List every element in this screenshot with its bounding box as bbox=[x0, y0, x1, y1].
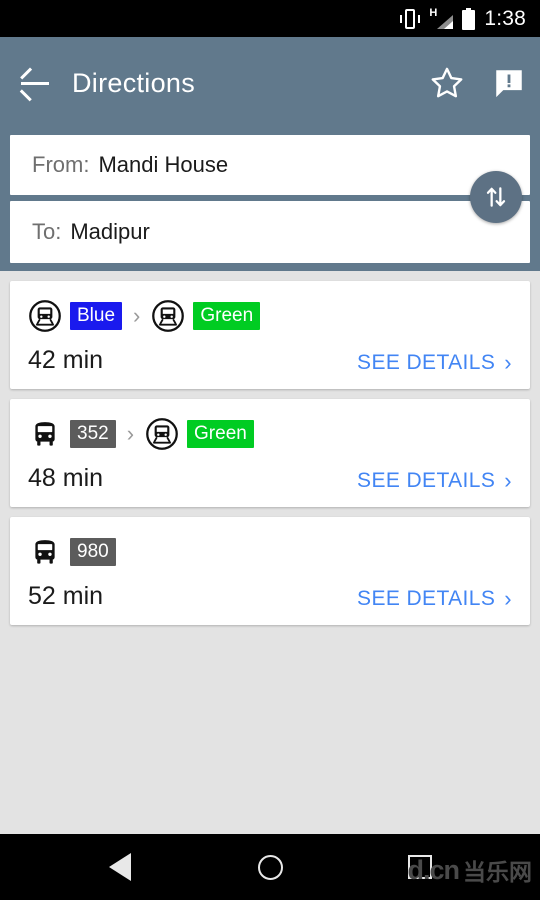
route-leg: Green bbox=[145, 417, 254, 451]
leg-separator-icon: › bbox=[126, 421, 135, 446]
nav-recents-icon bbox=[408, 855, 432, 879]
route-legs: Blue › Green bbox=[28, 299, 512, 333]
see-details-label: SEE DETAILS bbox=[357, 469, 496, 492]
see-details-label: SEE DETAILS bbox=[357, 587, 496, 610]
route-card[interactable]: 980 52 min SEE DETAILS › bbox=[10, 517, 530, 625]
route-duration: 52 min bbox=[28, 582, 104, 610]
route-leg: 980 bbox=[28, 535, 116, 569]
origin-value: Mandi House bbox=[98, 152, 229, 177]
swap-endpoints-button[interactable] bbox=[470, 171, 522, 223]
report-issue-button[interactable] bbox=[478, 37, 540, 129]
line-badge: 352 bbox=[70, 420, 116, 448]
report-issue-icon bbox=[496, 70, 522, 98]
route-leg: 352 bbox=[28, 417, 116, 451]
origin-label: From: bbox=[32, 152, 90, 177]
chevron-right-icon: › bbox=[504, 586, 512, 611]
status-bar-clock: 1:38 bbox=[484, 6, 526, 30]
page-title: Directions bbox=[72, 67, 196, 98]
chevron-right-icon: › bbox=[504, 468, 512, 493]
route-card-footer: 52 min SEE DETAILS › bbox=[28, 582, 512, 611]
see-details-button[interactable]: SEE DETAILS › bbox=[357, 351, 512, 375]
destination-value: Madipur bbox=[70, 219, 150, 244]
see-details-button[interactable]: SEE DETAILS › bbox=[357, 469, 512, 493]
leg-separator-icon: › bbox=[133, 303, 141, 328]
bus-icon bbox=[35, 422, 55, 446]
chevron-right-icon: › bbox=[504, 350, 512, 375]
nav-back-icon bbox=[109, 853, 131, 881]
nav-recents-button[interactable] bbox=[360, 834, 480, 900]
network-type-label: H bbox=[429, 6, 438, 19]
swap-vertical-icon bbox=[486, 187, 506, 207]
metro-icon bbox=[152, 300, 185, 332]
see-details-button[interactable]: SEE DETAILS › bbox=[357, 587, 512, 611]
nav-back-button[interactable] bbox=[60, 834, 180, 900]
metro-icon bbox=[29, 300, 61, 332]
line-badge: 980 bbox=[70, 538, 116, 566]
origin-field[interactable]: From: Mandi House bbox=[10, 135, 530, 195]
bus-icon bbox=[35, 540, 55, 564]
route-card[interactable]: Blue › Green 42 min SEE DETAILS › bbox=[10, 281, 530, 389]
app-bar: Directions bbox=[0, 37, 540, 129]
route-card-footer: 48 min SEE DETAILS › bbox=[28, 464, 512, 493]
phone-screen: H 1:38 Directions From: Mandi House To: … bbox=[0, 0, 540, 900]
route-results-list: Blue › Green 42 min SEE DETAILS › 352 › Green 48 … bbox=[0, 271, 540, 834]
nav-home-icon bbox=[257, 854, 283, 880]
battery-icon bbox=[462, 7, 476, 30]
status-icons: H bbox=[400, 6, 476, 30]
route-duration: 48 min bbox=[28, 464, 104, 492]
back-button[interactable] bbox=[0, 37, 72, 129]
status-bar: H 1:38 bbox=[0, 0, 540, 37]
vibrate-icon bbox=[400, 8, 421, 30]
favorite-star-icon bbox=[431, 67, 463, 98]
line-badge: Green bbox=[193, 302, 261, 330]
route-duration: 42 min bbox=[28, 346, 104, 374]
favorite-button[interactable] bbox=[416, 37, 478, 129]
arrow-back-icon bbox=[20, 66, 51, 101]
route-card[interactable]: 352 › Green 48 min SEE DETAILS › bbox=[10, 399, 530, 507]
route-card-footer: 42 min SEE DETAILS › bbox=[28, 346, 512, 375]
route-legs: 980 bbox=[28, 535, 512, 569]
see-details-label: SEE DETAILS bbox=[357, 351, 496, 374]
system-navigation-bar: d.cn 当乐网 bbox=[0, 834, 540, 900]
line-badge: Blue bbox=[70, 302, 123, 330]
line-badge: Green bbox=[187, 420, 254, 448]
route-endpoints-panel: From: Mandi House To: Madipur bbox=[0, 129, 540, 271]
route-leg: Green bbox=[151, 299, 261, 333]
route-legs: 352 › Green bbox=[28, 417, 512, 451]
destination-label: To: bbox=[32, 219, 62, 244]
route-leg: Blue bbox=[28, 299, 123, 333]
signal-h-icon: H bbox=[429, 6, 454, 30]
metro-icon bbox=[146, 418, 178, 450]
destination-field[interactable]: To: Madipur bbox=[10, 201, 530, 263]
nav-home-button[interactable] bbox=[210, 834, 330, 900]
